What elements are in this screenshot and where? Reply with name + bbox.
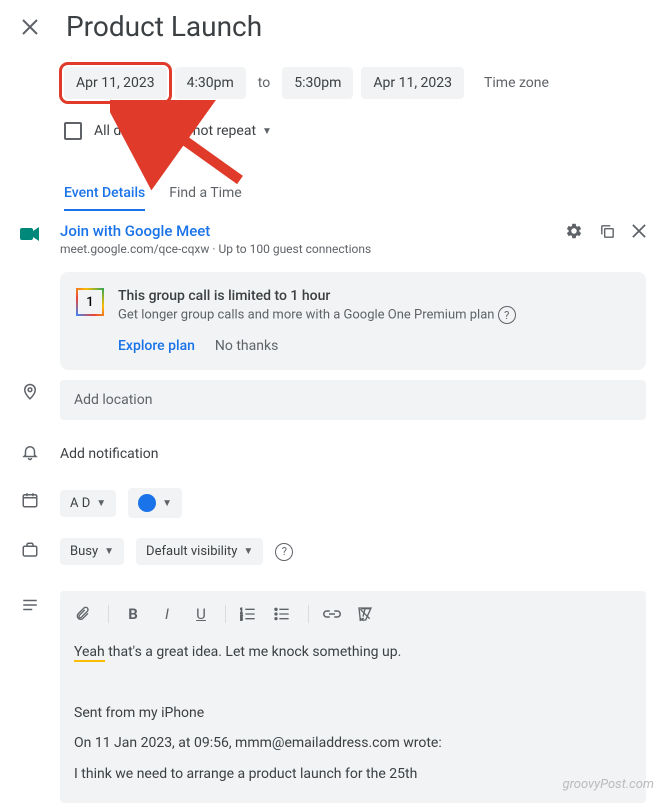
tab-find-a-time[interactable]: Find a Time (169, 177, 242, 211)
chevron-down-icon: ▼ (96, 498, 106, 509)
watermark: groovyPost.com (563, 777, 654, 792)
chevron-down-icon: ▼ (104, 546, 114, 557)
end-time-field[interactable]: 5:30pm (282, 67, 353, 99)
start-time-field[interactable]: 4:30pm (175, 67, 246, 99)
separator (308, 605, 309, 623)
calendar-owner-select[interactable]: A D ▼ (60, 490, 116, 517)
numbered-list-button[interactable]: 123 (240, 607, 260, 621)
calendar-icon (20, 490, 40, 510)
chevron-down-icon: ▼ (262, 126, 272, 137)
help-icon[interactable]: ? (275, 543, 293, 561)
google-one-icon: 1 (76, 288, 104, 316)
add-notification-button[interactable]: Add notification (60, 440, 646, 468)
bullet-list-button[interactable] (274, 607, 294, 621)
location-input[interactable]: Add location (60, 380, 646, 420)
start-date-field[interactable]: Apr 11, 2023 (64, 67, 167, 99)
separator (108, 605, 109, 623)
description-editor[interactable]: B I U 123 Yeah that's a great idea. Let … (60, 591, 646, 803)
bell-icon (20, 442, 40, 462)
attach-icon[interactable] (74, 605, 94, 623)
explore-plan-button[interactable]: Explore plan (118, 338, 195, 354)
meet-url-text: meet.google.com/qce-cqxw · Up to 100 gue… (60, 242, 545, 256)
close-icon[interactable] (14, 11, 46, 43)
description-text[interactable]: Yeah that's a great idea. Let me knock s… (74, 641, 632, 785)
repeat-value: Does not repeat (157, 123, 256, 139)
end-date-field[interactable]: Apr 11, 2023 (361, 67, 464, 99)
gear-icon[interactable] (565, 222, 583, 240)
italic-button[interactable]: I (157, 605, 177, 623)
color-swatch (138, 494, 156, 512)
meet-icon (20, 224, 40, 244)
repeat-select[interactable]: Does not repeat ▼ (147, 117, 282, 145)
event-color-select[interactable]: ▼ (128, 488, 182, 518)
event-title[interactable]: Product Launch (66, 10, 652, 43)
svg-text:3: 3 (240, 617, 243, 621)
tab-event-details[interactable]: Event Details (64, 177, 145, 211)
bold-button[interactable]: B (123, 605, 143, 623)
promo-subtitle: Get longer group calls and more with a G… (118, 306, 516, 324)
briefcase-icon (20, 540, 40, 560)
no-thanks-button[interactable]: No thanks (215, 338, 278, 354)
clear-format-button[interactable] (357, 606, 377, 622)
allday-checkbox[interactable] (64, 122, 82, 140)
availability-select[interactable]: Busy ▼ (60, 538, 124, 565)
copy-icon[interactable] (599, 223, 616, 240)
underline-button[interactable]: U (191, 605, 211, 623)
link-button[interactable] (323, 609, 343, 619)
visibility-value: Default visibility (146, 544, 237, 559)
google-one-promo: 1 This group call is limited to 1 hour G… (60, 272, 646, 370)
calendar-owner-label: A D (70, 496, 90, 511)
remove-meet-icon[interactable] (632, 224, 646, 238)
availability-value: Busy (70, 544, 98, 559)
time-separator: to (254, 75, 274, 91)
join-meet-link[interactable]: Join with Google Meet (60, 222, 545, 240)
timezone-link[interactable]: Time zone (472, 75, 549, 91)
location-icon (20, 382, 40, 402)
promo-title: This group call is limited to 1 hour (118, 288, 516, 304)
description-icon (20, 595, 40, 615)
separator (225, 605, 226, 623)
allday-label: All day (94, 123, 135, 139)
visibility-select[interactable]: Default visibility ▼ (136, 538, 263, 565)
help-icon[interactable]: ? (498, 306, 516, 324)
chevron-down-icon: ▼ (243, 546, 253, 557)
chevron-down-icon: ▼ (162, 498, 172, 509)
